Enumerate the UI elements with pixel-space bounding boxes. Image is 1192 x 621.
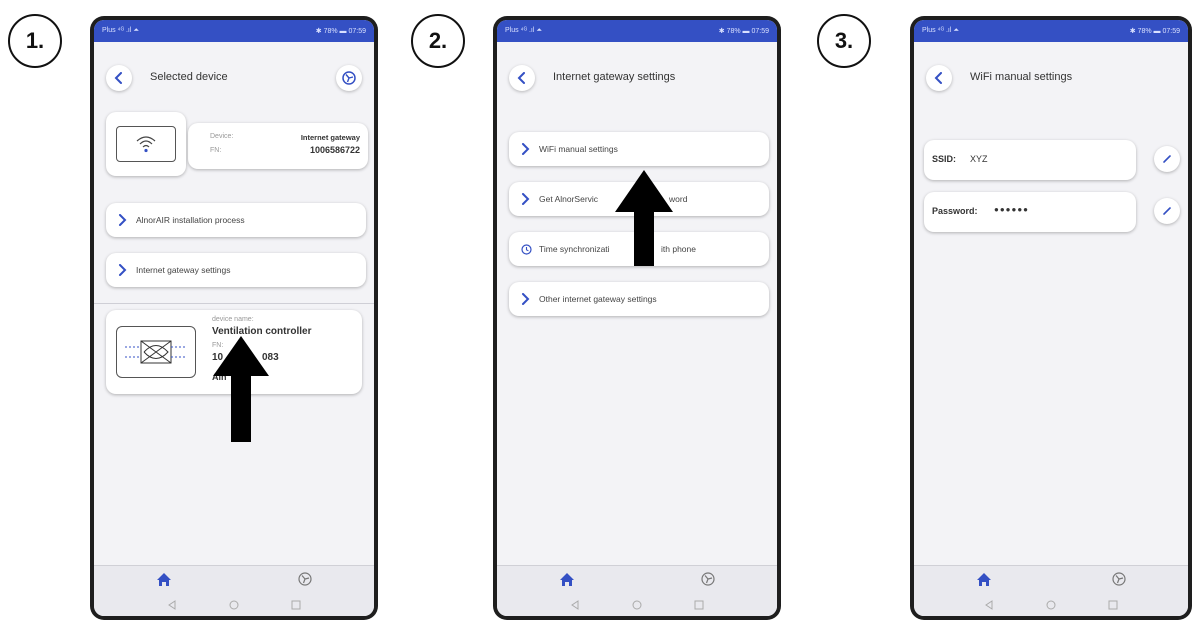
chevron-left-icon — [517, 72, 525, 84]
home-icon[interactable] — [976, 572, 992, 587]
status-bar-left: Plus ⁴ᴳ .ıl ⏶ — [102, 27, 139, 34]
ssid-label: SSID: — [932, 154, 957, 164]
device-name-label: device name: — [212, 316, 254, 323]
step-number-2: 2. — [411, 14, 465, 68]
header: WiFi manual settings — [914, 62, 1188, 96]
status-bar: Plus ⁴ᴳ .ıl ⏶ ✱ 78% ▬ 07:59 — [497, 20, 777, 42]
back-button[interactable] — [106, 65, 132, 91]
status-bar-left: Plus ⁴ᴳ .ıl ⏶ — [505, 27, 542, 34]
system-nav — [914, 600, 1188, 610]
status-bar-right: ✱ 78% ▬ 07:59 — [315, 28, 366, 35]
menu-item-label: Other internet gateway settings — [539, 294, 657, 304]
menu-item-label: Get AlnorServic — [539, 194, 599, 204]
step-number-1-label: 1. — [25, 28, 45, 53]
bottom-nav — [914, 565, 1188, 616]
ssid-field[interactable]: SSID: XYZ — [924, 140, 1136, 180]
menu-item-other-settings[interactable]: Other internet gateway settings — [509, 282, 769, 316]
fan-icon[interactable] — [1112, 572, 1126, 586]
recents-square-icon[interactable] — [694, 600, 704, 610]
home-circle-icon[interactable] — [632, 600, 642, 610]
menu-item-label: Time synchronizati — [539, 244, 610, 254]
page-title: Selected device — [150, 71, 228, 83]
system-nav — [94, 600, 374, 610]
chevron-left-icon — [934, 72, 942, 84]
menu-item-label: Internet gateway settings — [136, 265, 231, 275]
menu-item-label: AlnorAIR installation process — [136, 215, 245, 225]
home-circle-icon[interactable] — [1046, 600, 1056, 610]
back-button[interactable] — [509, 65, 535, 91]
back-triangle-icon[interactable] — [167, 600, 177, 610]
password-value: ●●●●●● — [994, 205, 1029, 214]
fn-value: 1006586722 — [309, 145, 360, 155]
step-number-3: 3. — [817, 14, 871, 68]
recents-square-icon[interactable] — [291, 600, 301, 610]
step-number-3-label: 3. — [834, 28, 854, 53]
status-bar: Plus ⁴ᴳ .ıl ⏶ ✱ 78% ▬ 07:59 — [94, 20, 374, 42]
chevron-right-icon — [522, 293, 530, 305]
menu-item-label: WiFi manual settings — [539, 144, 618, 154]
back-button[interactable] — [926, 65, 952, 91]
chevron-right-icon — [119, 264, 127, 276]
heat-exchanger-icon — [125, 340, 187, 364]
clock-icon — [520, 243, 532, 255]
gateway-card[interactable]: Device: Internet gateway FN: 1006586722 — [188, 123, 368, 169]
system-nav — [497, 600, 777, 610]
header: Selected device — [94, 62, 374, 96]
fan-button[interactable] — [336, 65, 362, 91]
chevron-left-icon — [114, 72, 122, 84]
phone-2: Plus ⁴ᴳ .ıl ⏶ ✱ 78% ▬ 07:59 Internet gat… — [493, 16, 781, 620]
status-bar-right: ✱ 78% ▬ 07:59 — [718, 28, 769, 35]
fn-label: FN: — [210, 147, 222, 154]
status-bar-right: ✱ 78% ▬ 07:59 — [1129, 28, 1180, 35]
status-bar-left: Plus ⁴ᴳ .ıl ⏶ — [922, 27, 959, 34]
device-value: Internet gateway — [300, 133, 360, 142]
divider — [94, 303, 374, 304]
pencil-icon — [1163, 155, 1171, 163]
arrow-up-icon — [615, 170, 673, 266]
phone-2-screen: Plus ⁴ᴳ .ıl ⏶ ✱ 78% ▬ 07:59 Internet gat… — [497, 20, 777, 616]
recents-square-icon[interactable] — [1108, 600, 1118, 610]
bottom-nav — [497, 565, 777, 616]
step-number-2-label: 2. — [428, 28, 448, 53]
password-field[interactable]: Password: ●●●●●● — [924, 192, 1136, 232]
gateway-image — [106, 112, 186, 176]
back-triangle-icon[interactable] — [570, 600, 580, 610]
fan-icon — [342, 71, 356, 85]
phone-3: Plus ⁴ᴳ .ıl ⏶ ✱ 78% ▬ 07:59 WiFi manual … — [910, 16, 1192, 620]
phone-1-screen: Plus ⁴ᴳ .ıl ⏶ ✱ 78% ▬ 07:59 Selected dev… — [94, 20, 374, 616]
ssid-value: XYZ — [970, 154, 988, 164]
chevron-right-icon — [522, 143, 530, 155]
fan-icon[interactable] — [701, 572, 715, 586]
device-label: Device: — [210, 133, 234, 140]
chevron-right-icon — [119, 214, 127, 226]
password-label: Password: — [932, 206, 978, 216]
home-icon[interactable] — [156, 572, 172, 587]
home-circle-icon[interactable] — [229, 600, 239, 610]
gateway-device-frame — [116, 126, 176, 162]
phone-1: Plus ⁴ᴳ .ıl ⏶ ✱ 78% ▬ 07:59 Selected dev… — [90, 16, 378, 620]
bottom-nav — [94, 565, 374, 616]
menu-item-installation[interactable]: AlnorAIR installation process — [106, 203, 366, 237]
menu-item-wifi-manual[interactable]: WiFi manual settings — [509, 132, 769, 166]
page-title: Internet gateway settings — [553, 71, 676, 83]
chevron-right-icon — [522, 193, 530, 205]
phone-3-screen: Plus ⁴ᴳ .ıl ⏶ ✱ 78% ▬ 07:59 WiFi manual … — [914, 20, 1188, 616]
controller-image — [116, 326, 196, 378]
password-edit-button[interactable] — [1154, 198, 1180, 224]
home-icon[interactable] — [559, 572, 575, 587]
pencil-icon — [1163, 207, 1171, 215]
page-title: WiFi manual settings — [970, 71, 1073, 83]
step-number-1: 1. — [8, 14, 62, 68]
back-triangle-icon[interactable] — [984, 600, 994, 610]
fan-icon[interactable] — [298, 572, 312, 586]
wifi-icon — [136, 136, 156, 153]
status-bar: Plus ⁴ᴳ .ıl ⏶ ✱ 78% ▬ 07:59 — [914, 20, 1188, 42]
menu-item-gateway-settings[interactable]: Internet gateway settings — [106, 253, 366, 287]
ssid-edit-button[interactable] — [1154, 146, 1180, 172]
arrow-up-icon — [213, 336, 269, 442]
header: Internet gateway settings — [497, 62, 777, 96]
